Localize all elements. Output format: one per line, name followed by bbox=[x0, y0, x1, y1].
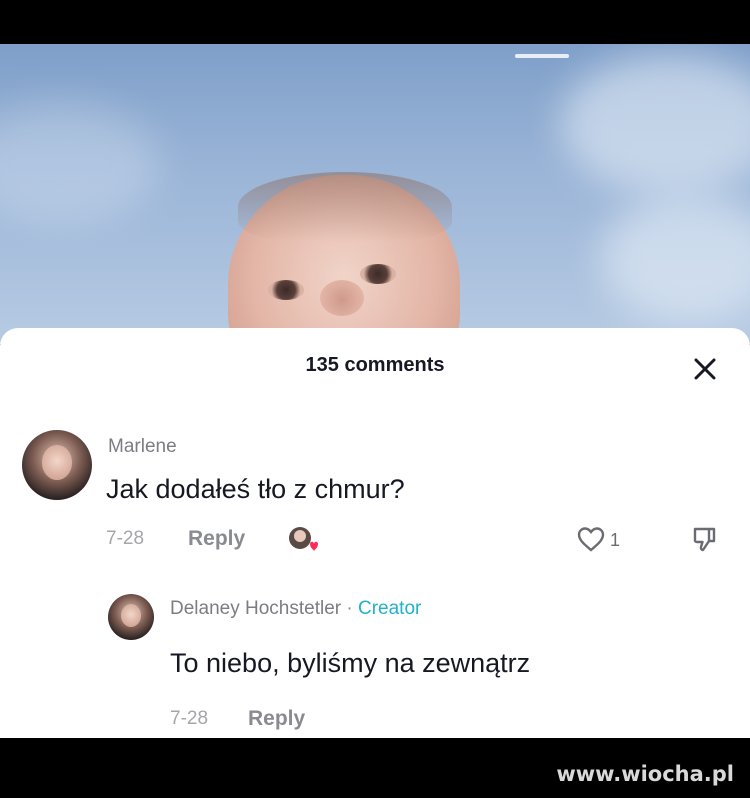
creator-liked-avatar-icon bbox=[286, 524, 322, 556]
reply-date: 7-28 bbox=[170, 708, 209, 729]
reply-avatar[interactable] bbox=[108, 594, 154, 640]
like-count: 1 bbox=[610, 530, 621, 550]
comments-count-title: 135 comments bbox=[305, 354, 445, 376]
reply-text: To niebo, byliśmy na zewnątrz bbox=[170, 648, 531, 678]
creator-badge: Creator bbox=[357, 598, 422, 619]
site-watermark: www.wiocha.pl bbox=[556, 762, 734, 786]
reply-button[interactable]: Reply bbox=[188, 527, 245, 551]
comment-date: 7-28 bbox=[106, 528, 145, 549]
dislike-button[interactable] bbox=[690, 524, 720, 556]
close-icon bbox=[694, 358, 716, 380]
like-button[interactable] bbox=[574, 524, 608, 554]
heart-icon bbox=[577, 527, 605, 552]
reply-username[interactable]: Delaney Hochstetler bbox=[170, 598, 341, 619]
comment-text: Jak dodałeś tło z chmur? bbox=[106, 474, 405, 504]
top-black-bar bbox=[0, 0, 750, 44]
reply-reply-button[interactable]: Reply bbox=[248, 707, 305, 731]
drag-handle[interactable] bbox=[515, 54, 569, 58]
commenter-avatar[interactable] bbox=[22, 430, 92, 500]
close-button[interactable] bbox=[690, 354, 720, 384]
reply-username-line[interactable]: Delaney Hochstetler · Creator bbox=[170, 598, 421, 620]
thumbs-down-icon bbox=[693, 527, 716, 552]
username-separator: · bbox=[346, 598, 353, 619]
comment-username[interactable]: Marlene bbox=[108, 436, 177, 458]
